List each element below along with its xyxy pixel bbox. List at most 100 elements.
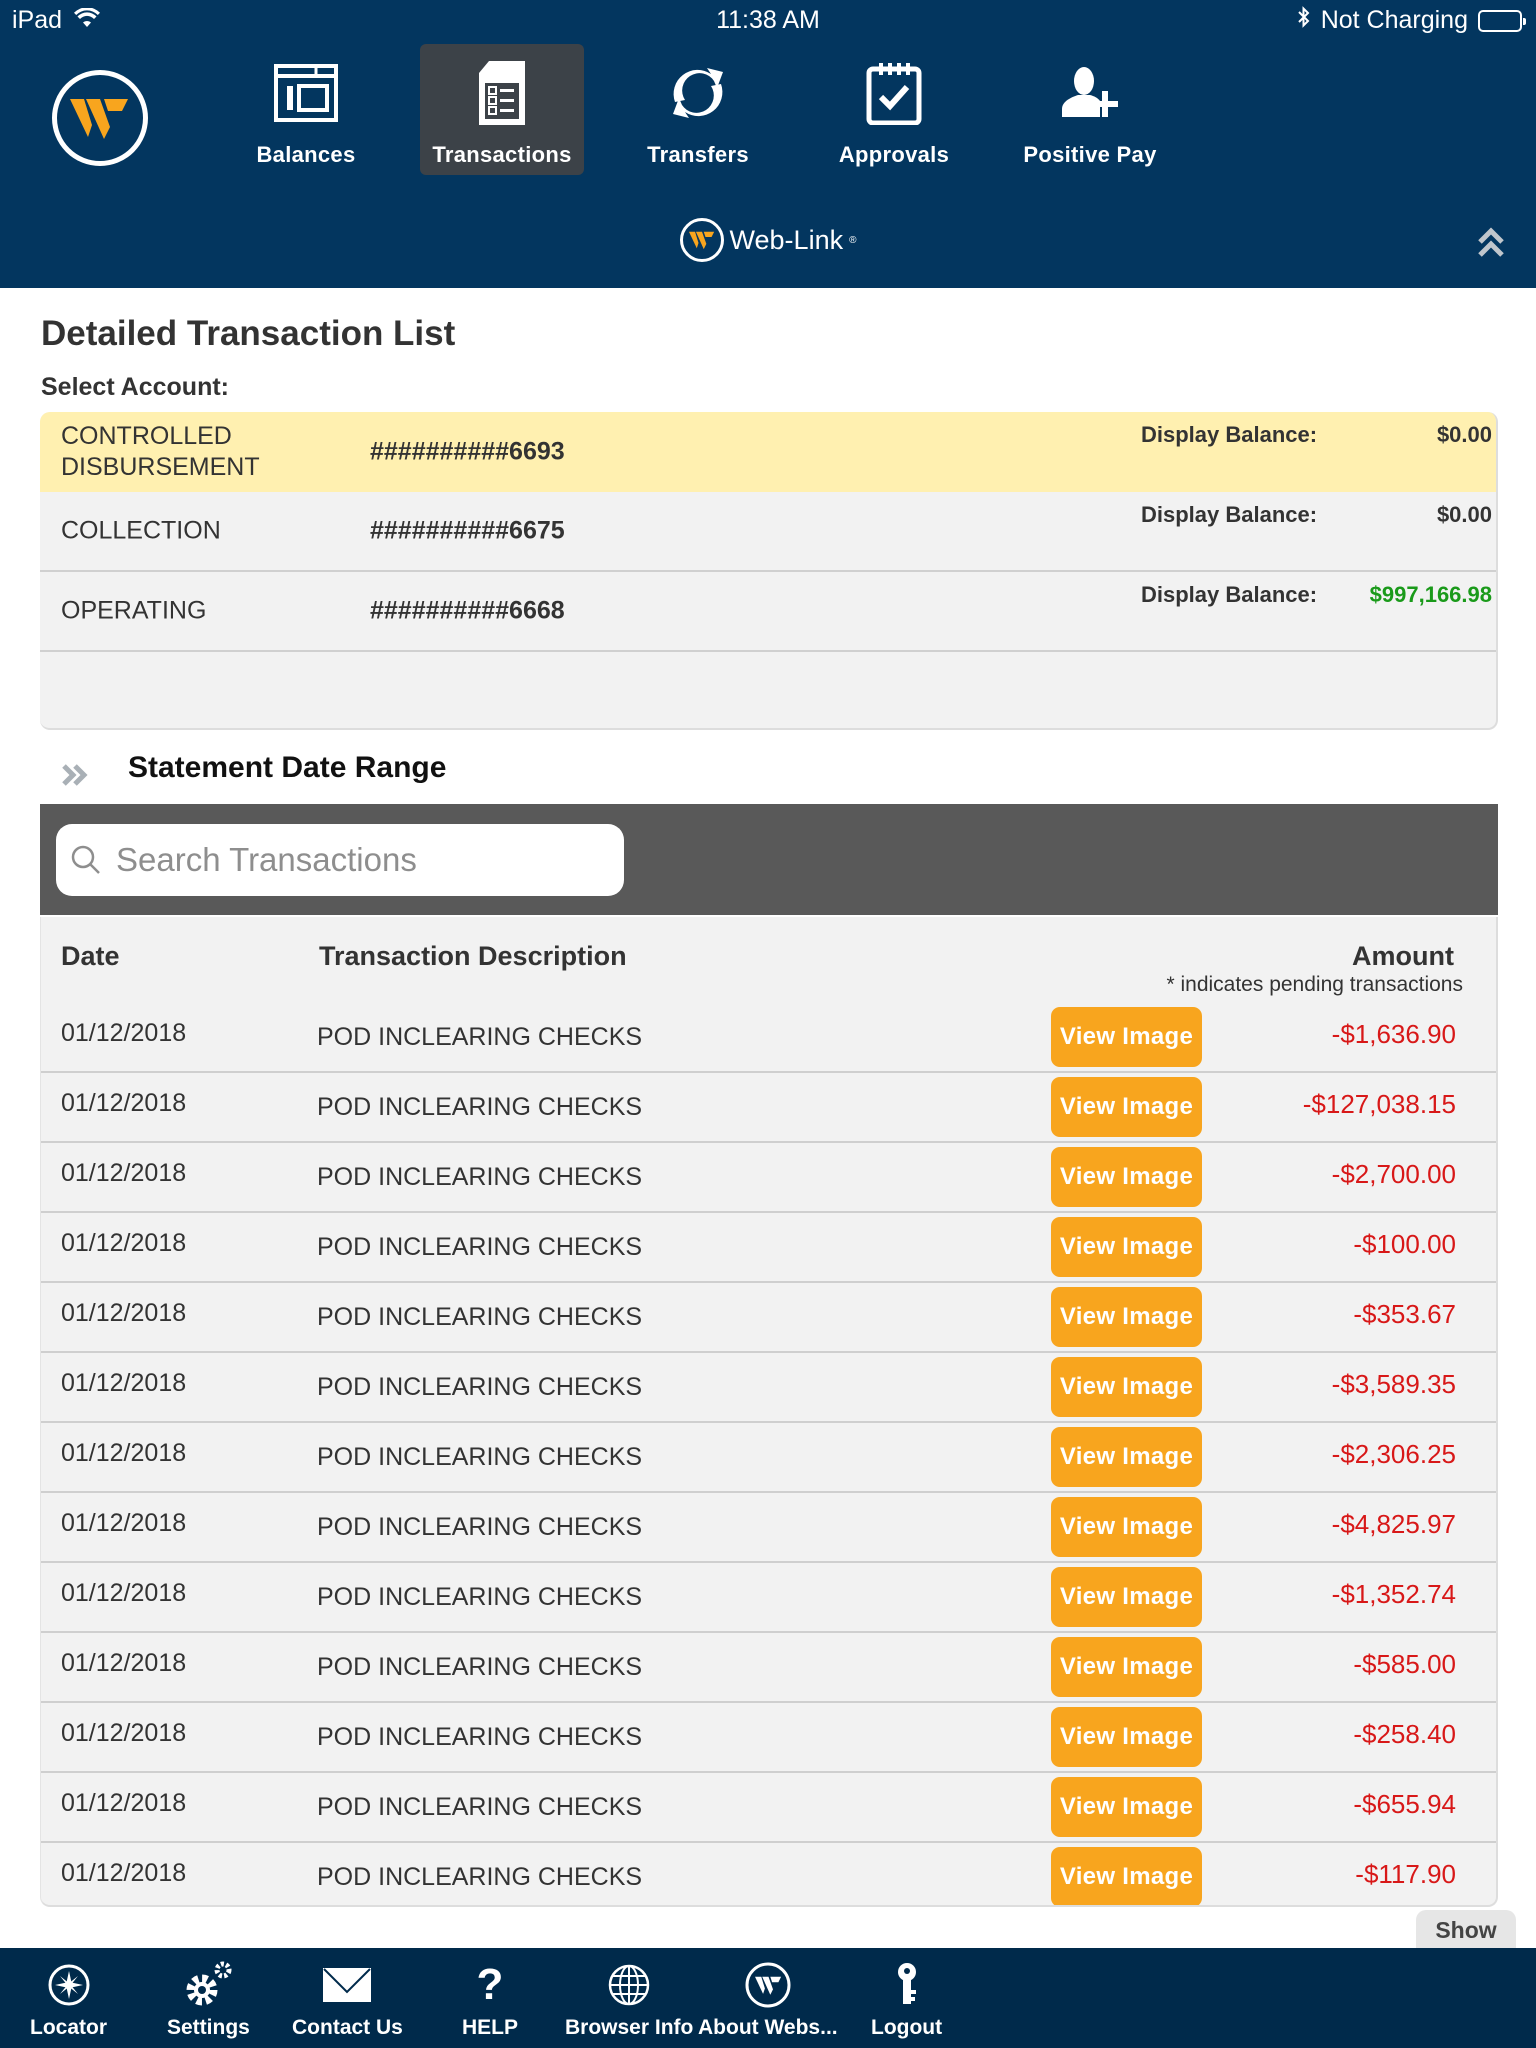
table-row[interactable]: 01/12/2018 POD INCLEARING CHECKS View Imag… xyxy=(41,1143,1496,1213)
column-header-description[interactable]: Transaction Description xyxy=(319,941,627,972)
transaction-description: POD INCLEARING CHECKS xyxy=(317,1723,643,1751)
toolbar-label: HELP xyxy=(462,2016,519,2039)
table-row[interactable]: 01/12/2018 POD INCLEARING CHECKS View Imag… xyxy=(41,1493,1496,1563)
table-row[interactable]: 01/12/2018 POD INCLEARING CHECKS View Imag… xyxy=(41,1213,1496,1283)
column-header-amount[interactable]: Amount xyxy=(1352,941,1454,972)
view-image-button[interactable]: View Image xyxy=(1051,1007,1202,1067)
transaction-date: 01/12/2018 xyxy=(61,1439,187,1467)
toolbar-label: Logout xyxy=(871,2016,943,2039)
transactions-icon xyxy=(467,58,537,128)
view-image-button[interactable]: View Image xyxy=(1051,1567,1202,1627)
nav-positive-pay[interactable]: Positive Pay xyxy=(1008,44,1172,175)
view-image-button[interactable]: View Image xyxy=(1051,1707,1202,1767)
transaction-description: POD INCLEARING CHECKS xyxy=(317,1513,643,1541)
table-row[interactable]: 01/12/2018 POD INCLEARING CHECKS View Imag… xyxy=(41,1003,1496,1073)
column-header-date[interactable]: Date xyxy=(61,941,120,972)
bottom-toolbar: Locator Settings Contact Us ? HELP Brows… xyxy=(0,1948,1536,2048)
nav-label: Balances xyxy=(256,142,356,167)
view-image-button[interactable]: View Image xyxy=(1051,1357,1202,1417)
transaction-amount: -$127,038.15 xyxy=(1302,1089,1456,1119)
transaction-description: POD INCLEARING CHECKS xyxy=(317,1443,643,1471)
account-row[interactable]: OPERATING ##########6668 Display Balance… xyxy=(40,572,1496,652)
nav-transfers[interactable]: Transfers xyxy=(616,44,780,175)
toolbar-about[interactable]: About Webs... xyxy=(698,1960,838,2040)
transaction-date: 01/12/2018 xyxy=(61,1509,187,1537)
gears-icon xyxy=(180,1960,236,2010)
transaction-date: 01/12/2018 xyxy=(61,1159,187,1187)
page-title: Detailed Transaction List xyxy=(41,314,456,353)
transaction-date: 01/12/2018 xyxy=(61,1859,187,1887)
view-image-button[interactable]: View Image xyxy=(1051,1637,1202,1697)
table-row[interactable]: 01/12/2018 POD INCLEARING CHECKS View Imag… xyxy=(41,1773,1496,1843)
transaction-date: 01/12/2018 xyxy=(61,1789,187,1817)
view-image-button[interactable]: View Image xyxy=(1051,1147,1202,1207)
transaction-description: POD INCLEARING CHECKS xyxy=(317,1793,643,1821)
nav-transactions[interactable]: Transactions xyxy=(420,44,584,175)
select-account-label: Select Account: xyxy=(41,373,230,401)
toolbar-label: Settings xyxy=(167,2016,250,2039)
nav-label: Transfers xyxy=(647,142,749,167)
account-number: ##########6675 xyxy=(370,516,565,545)
transaction-date: 01/12/2018 xyxy=(61,1649,187,1677)
table-row[interactable]: 01/12/2018 POD INCLEARING CHECKS View Imag… xyxy=(41,1073,1496,1143)
toolbar-label: Contact Us xyxy=(292,2016,403,2039)
account-row[interactable]: COLLECTION ##########6675 Display Balanc… xyxy=(40,492,1496,572)
transaction-description: POD INCLEARING CHECKS xyxy=(317,1583,643,1611)
transaction-amount: -$585.00 xyxy=(1353,1649,1456,1679)
webster-logo[interactable] xyxy=(52,70,148,166)
balance-value: $0.00 xyxy=(1436,502,1492,527)
battery-icon xyxy=(1478,9,1526,32)
toolbar-locator[interactable]: Locator xyxy=(30,1960,107,2040)
transaction-date: 01/12/2018 xyxy=(61,1299,187,1327)
toolbar-help[interactable]: ? HELP xyxy=(462,1960,518,2040)
table-row[interactable]: 01/12/2018 POD INCLEARING CHECKS View Imag… xyxy=(41,1353,1496,1423)
account-number: ##########6668 xyxy=(370,596,565,625)
question-icon: ? xyxy=(476,1960,504,2009)
table-row[interactable]: 01/12/2018 POD INCLEARING CHECKS View Imag… xyxy=(41,1283,1496,1353)
table-row[interactable]: 01/12/2018 POD INCLEARING CHECKS View Imag… xyxy=(41,1633,1496,1703)
key-icon xyxy=(879,1960,935,2010)
transaction-amount: -$117.90 xyxy=(1355,1859,1456,1889)
balance-label: Display Balance: xyxy=(1141,582,1318,607)
app-header: iPad 11:38 AM Not Charging Balances Tran… xyxy=(0,0,1536,288)
account-row[interactable]: CONTROLLED DISBURSEMENT ##########6693 D… xyxy=(40,412,1496,492)
positive-pay-icon xyxy=(1055,58,1125,128)
double-chevron-right-icon xyxy=(62,764,88,786)
view-image-button[interactable]: View Image xyxy=(1051,1847,1202,1905)
table-row[interactable]: 01/12/2018 POD INCLEARING CHECKS View Imag… xyxy=(41,1843,1496,1905)
table-row[interactable]: 01/12/2018 POD INCLEARING CHECKS View Imag… xyxy=(41,1423,1496,1493)
account-name: COLLECTION xyxy=(61,516,221,545)
statement-date-range-toggle[interactable]: Statement Date Range xyxy=(58,750,446,792)
show-button[interactable]: Show xyxy=(1416,1910,1516,1950)
table-row[interactable]: 01/12/2018 POD INCLEARING CHECKS View Imag… xyxy=(41,1703,1496,1773)
transaction-amount: -$353.67 xyxy=(1353,1299,1456,1329)
view-image-button[interactable]: View Image xyxy=(1051,1777,1202,1837)
view-image-button[interactable]: View Image xyxy=(1051,1427,1202,1487)
nav-balances[interactable]: Balances xyxy=(224,44,388,175)
transaction-description: POD INCLEARING CHECKS xyxy=(317,1863,643,1891)
collapse-header-button[interactable] xyxy=(1476,226,1506,260)
toolbar-browser-info[interactable]: Browser Info xyxy=(565,1960,693,2040)
webster-logo-icon xyxy=(740,1960,796,2010)
transaction-date: 01/12/2018 xyxy=(61,1579,187,1607)
toolbar-logout[interactable]: Logout xyxy=(871,1960,942,2040)
account-name: OPERATING xyxy=(61,596,207,625)
account-number: ##########6693 xyxy=(370,437,565,466)
view-image-button[interactable]: View Image xyxy=(1051,1077,1202,1137)
toolbar-settings[interactable]: Settings xyxy=(167,1960,250,2040)
envelope-icon xyxy=(319,1960,375,2010)
transaction-date: 01/12/2018 xyxy=(61,1089,187,1117)
table-row[interactable]: 01/12/2018 POD INCLEARING CHECKS View Imag… xyxy=(41,1563,1496,1633)
nav-approvals[interactable]: Approvals xyxy=(812,44,976,175)
view-image-button[interactable]: View Image xyxy=(1051,1217,1202,1277)
toolbar-contact-us[interactable]: Contact Us xyxy=(292,1960,403,2040)
search-input[interactable] xyxy=(116,841,616,879)
search-field[interactable] xyxy=(56,824,624,896)
balance-label: Display Balance: xyxy=(1141,502,1318,527)
search-bar xyxy=(40,804,1498,915)
main-nav: Balances Transactions Transfers Approval… xyxy=(224,44,1172,175)
transaction-amount: -$1,352.74 xyxy=(1331,1579,1456,1609)
transaction-description: POD INCLEARING CHECKS xyxy=(317,1233,643,1261)
view-image-button[interactable]: View Image xyxy=(1051,1497,1202,1557)
view-image-button[interactable]: View Image xyxy=(1051,1287,1202,1347)
